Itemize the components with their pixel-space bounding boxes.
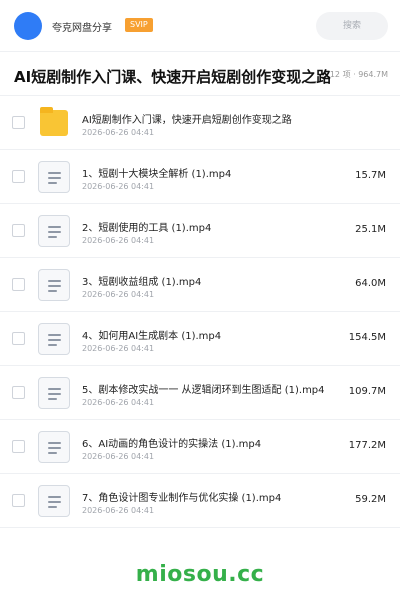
item-size: 59.2M <box>355 494 386 505</box>
select-checkbox[interactable] <box>12 332 25 345</box>
item-date: 2026-06-26 04:41 <box>82 182 155 191</box>
item-date: 2026-06-26 04:41 <box>82 452 155 461</box>
item-size: 177.2M <box>348 440 386 451</box>
select-checkbox[interactable] <box>12 116 25 129</box>
video-file-icon <box>38 161 70 193</box>
app-header: 夸克网盘分享 SVIP 搜索 <box>0 0 400 52</box>
item-size: 15.7M <box>355 170 386 181</box>
video-file-icon <box>38 323 70 355</box>
item-date: 2026-06-26 04:41 <box>82 290 155 299</box>
item-icon-wrapper <box>37 106 71 140</box>
file-row[interactable]: 5、剧本修改实战一一 从逻辑闭环到生图适配 (1).mp4 2026-06-26 … <box>0 366 400 420</box>
item-date: 2026-06-26 04:41 <box>82 344 155 353</box>
file-row[interactable]: 4、如何用AI生成剧本 (1).mp4 2026-06-26 04:41 154.5… <box>0 312 400 366</box>
select-checkbox[interactable] <box>12 440 25 453</box>
item-icon-wrapper <box>37 322 71 356</box>
item-icon-wrapper <box>37 214 71 248</box>
item-date: 2026-06-26 04:41 <box>82 128 155 137</box>
file-list: AI短剧制作入门课，快速开启短剧创作变现之路 2026-06-26 04:41 1、… <box>0 96 400 528</box>
file-row[interactable]: 7、角色设计图专业制作与优化实操 (1).mp4 2026-06-26 04:41… <box>0 474 400 528</box>
file-row[interactable]: 6、AI动画的角色设计的实操法 (1).mp4 2026-06-26 04:41 1… <box>0 420 400 474</box>
item-size: 64.0M <box>355 278 386 289</box>
item-date: 2026-06-26 04:41 <box>82 236 155 245</box>
item-name: AI短剧制作入门课，快速开启短剧创作变现之路 <box>82 115 292 126</box>
video-file-icon <box>38 377 70 409</box>
select-checkbox[interactable] <box>12 386 25 399</box>
folder-meta: 12 项 · 964.7M <box>329 69 388 80</box>
item-icon-wrapper <box>37 484 71 518</box>
file-row[interactable]: 3、短剧收益组成 (1).mp4 2026-06-26 04:41 64.0M <box>0 258 400 312</box>
select-checkbox[interactable] <box>12 224 25 237</box>
item-name: 5、剧本修改实战一一 从逻辑闭环到生图适配 (1).mp4 <box>82 385 325 396</box>
watermark: miosou.cc <box>135 562 265 587</box>
item-size: 154.5M <box>348 332 386 343</box>
video-file-icon <box>38 269 70 301</box>
item-name: 6、AI动画的角色设计的实操法 (1).mp4 <box>82 439 262 450</box>
item-name: 7、角色设计图专业制作与优化实操 (1).mp4 <box>82 493 282 504</box>
page-title: AI短剧制作入门课、快速开启短剧创作变现之路 <box>14 68 332 86</box>
video-file-icon <box>38 431 70 463</box>
item-date: 2026-06-26 04:41 <box>82 506 155 515</box>
select-checkbox[interactable] <box>12 170 25 183</box>
item-size: 109.7M <box>348 386 386 397</box>
folder-icon <box>40 107 68 136</box>
item-icon-wrapper <box>37 430 71 464</box>
file-row[interactable]: 1、短剧十大模块全解析 (1).mp4 2026-06-26 04:41 15.7M <box>0 150 400 204</box>
select-checkbox[interactable] <box>12 494 25 507</box>
avatar[interactable] <box>14 12 42 40</box>
item-name: 2、短剧使用的工具 (1).mp4 <box>82 223 212 234</box>
item-name: 4、如何用AI生成剧本 (1).mp4 <box>82 331 222 342</box>
search-input[interactable]: 搜索 <box>316 12 388 40</box>
svip-badge: SVIP <box>125 18 153 32</box>
video-file-icon <box>38 215 70 247</box>
item-icon-wrapper <box>37 376 71 410</box>
item-icon-wrapper <box>37 268 71 302</box>
file-row[interactable]: 2、短剧使用的工具 (1).mp4 2026-06-26 04:41 25.1M <box>0 204 400 258</box>
username: 夸克网盘分享 <box>52 23 112 34</box>
item-icon-wrapper <box>37 160 71 194</box>
folder-row[interactable]: AI短剧制作入门课，快速开启短剧创作变现之路 2026-06-26 04:41 <box>0 96 400 150</box>
select-checkbox[interactable] <box>12 278 25 291</box>
item-name: 1、短剧十大模块全解析 (1).mp4 <box>82 169 232 180</box>
item-date: 2026-06-26 04:41 <box>82 398 155 407</box>
folder-title-row: AI短剧制作入门课、快速开启短剧创作变现之路 12 项 · 964.7M <box>0 52 400 96</box>
video-file-icon <box>38 485 70 517</box>
item-name: 3、短剧收益组成 (1).mp4 <box>82 277 202 288</box>
item-size: 25.1M <box>355 224 386 235</box>
